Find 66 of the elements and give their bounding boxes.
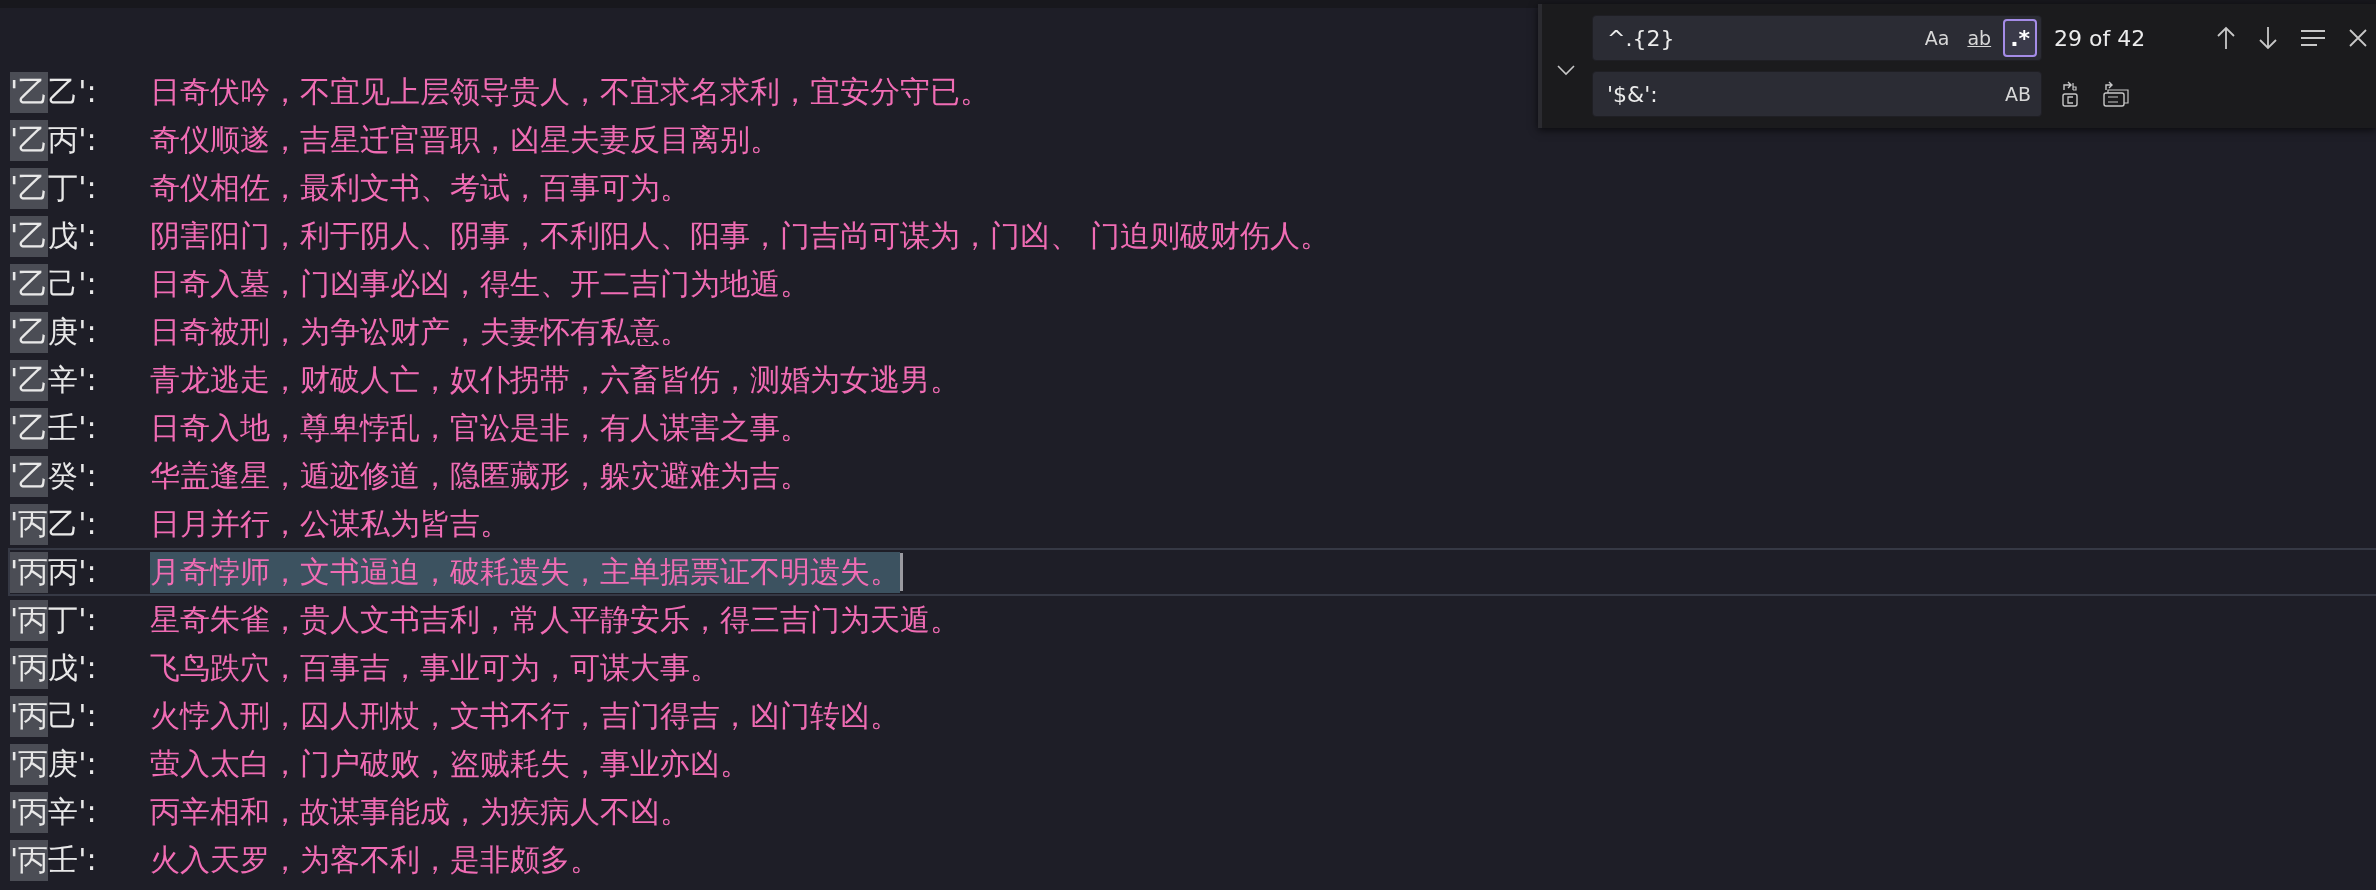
code-key: 壬': xyxy=(48,839,97,881)
match-highlight: '乙 xyxy=(10,167,49,209)
match-highlight: '丙 xyxy=(10,551,49,593)
match-highlight: '乙 xyxy=(10,263,49,305)
match-count: 29 of 42 xyxy=(2054,25,2147,51)
case-toggle[interactable]: Aa xyxy=(1918,19,1956,57)
match-highlight: '丙 xyxy=(10,503,49,545)
match-highlight: '乙 xyxy=(10,119,49,161)
match-highlight: '乙 xyxy=(10,215,49,257)
code-key: 辛': xyxy=(48,791,97,833)
code-key: 壬': xyxy=(48,407,97,449)
replace-icon[interactable] xyxy=(2060,81,2080,107)
code-string: 日月并行，公谋私为皆吉。 xyxy=(150,504,510,543)
selection-lines-icon[interactable] xyxy=(2300,29,2326,47)
code-string: 萤入太白，门户破败，盗贼耗失，事业亦凶。 xyxy=(150,744,750,783)
code-key: 乙': xyxy=(48,71,97,113)
code-string: 月奇悖师，文书逼迫，破耗遗失，主单据票证不明遗失。 xyxy=(150,551,900,593)
preserve-case-toggle[interactable]: AB xyxy=(1998,75,2037,113)
match-highlight: '丙 xyxy=(10,791,49,833)
match-highlight: '丙 xyxy=(10,743,49,785)
code-string: 日奇被刑，为争讼财产，夫妻怀有私意。 xyxy=(150,312,690,351)
regex-toggle[interactable]: .* xyxy=(2003,19,2037,57)
match-highlight: '乙 xyxy=(10,359,49,401)
match-highlight: '乙 xyxy=(10,455,49,497)
code-key: 己': xyxy=(48,695,97,737)
code-string: 奇仪顺遂，吉星迁官晋职，凶星夫妻反目离别。 xyxy=(150,120,780,159)
text-cursor xyxy=(900,553,903,591)
match-highlight: '丙 xyxy=(10,839,49,881)
code-string: 阴害阳门，利于阴人、阴事，不利阳人、阳事，门吉尚可谋为，门凶、 门迫则破财伤人。 xyxy=(150,216,1330,255)
code-key: 庚': xyxy=(48,743,97,785)
match-highlight: '乙 xyxy=(10,71,49,113)
code-key: 癸': xyxy=(48,455,97,497)
code-key: 戊': xyxy=(48,647,97,689)
code-string: 星奇朱雀，贵人文书吉利，常人平静安乐，得三吉门为天遁。 xyxy=(150,600,960,639)
code-string: 华盖逢星，遁迹修道，隐匿藏形，躲灾避难为吉。 xyxy=(150,456,810,495)
arrow-up-icon[interactable] xyxy=(2216,26,2236,50)
code-key: 丁': xyxy=(48,167,97,209)
arrow-down-icon[interactable] xyxy=(2258,26,2278,50)
find-field[interactable]: ^.{2} Aa ab .* xyxy=(1592,15,2042,61)
chevron-down-icon[interactable] xyxy=(1556,64,1576,76)
replace-field[interactable]: '$&': AB xyxy=(1592,71,2042,117)
code-string: 日奇入墓，门凶事必凶，得生、开二吉门为地遁。 xyxy=(150,264,810,303)
match-highlight: '丙 xyxy=(10,647,49,689)
match-highlight: '乙 xyxy=(10,407,49,449)
code-string: 奇仪相佐，最利文书、考试，百事可为。 xyxy=(150,168,690,207)
code-key: 己': xyxy=(48,263,97,305)
code-string: 丙辛相和，故谋事能成，为疾病人不凶。 xyxy=(150,792,690,831)
code-string: 飞鸟跌穴，百事吉，事业可为，可谋大事。 xyxy=(150,648,720,687)
code-key: 丁': xyxy=(48,599,97,641)
code-string: 火入天罗，为客不利，是非颇多。 xyxy=(150,840,600,879)
word-toggle[interactable]: ab xyxy=(1961,19,1998,57)
code-string: 火悖入刑，囚人刑杖，文书不行，吉门得吉，凶门转凶。 xyxy=(150,696,900,735)
code-key: 庚': xyxy=(48,311,97,353)
close-icon[interactable] xyxy=(2348,28,2368,48)
match-highlight: '乙 xyxy=(10,311,49,353)
code-string: 日奇伏吟，不宜见上层领导贵人，不宜求名求利，宜安分守已。 xyxy=(150,72,990,111)
code-string: 日奇入地，尊卑悖乱，官讼是非，有人谋害之事。 xyxy=(150,408,810,447)
match-highlight: '丙 xyxy=(10,599,49,641)
code-key: 戊': xyxy=(48,215,97,257)
replace-all-icon[interactable] xyxy=(2102,81,2130,107)
match-highlight: '丙 xyxy=(10,695,49,737)
code-key: 丙': xyxy=(48,551,97,593)
code-key: 辛': xyxy=(48,359,97,401)
code-string: 青龙逃走，财破人亡，奴仆拐带，六畜皆伤，测婚为女逃男。 xyxy=(150,360,960,399)
code-key: 乙': xyxy=(48,503,97,545)
code-key: 丙': xyxy=(48,119,97,161)
